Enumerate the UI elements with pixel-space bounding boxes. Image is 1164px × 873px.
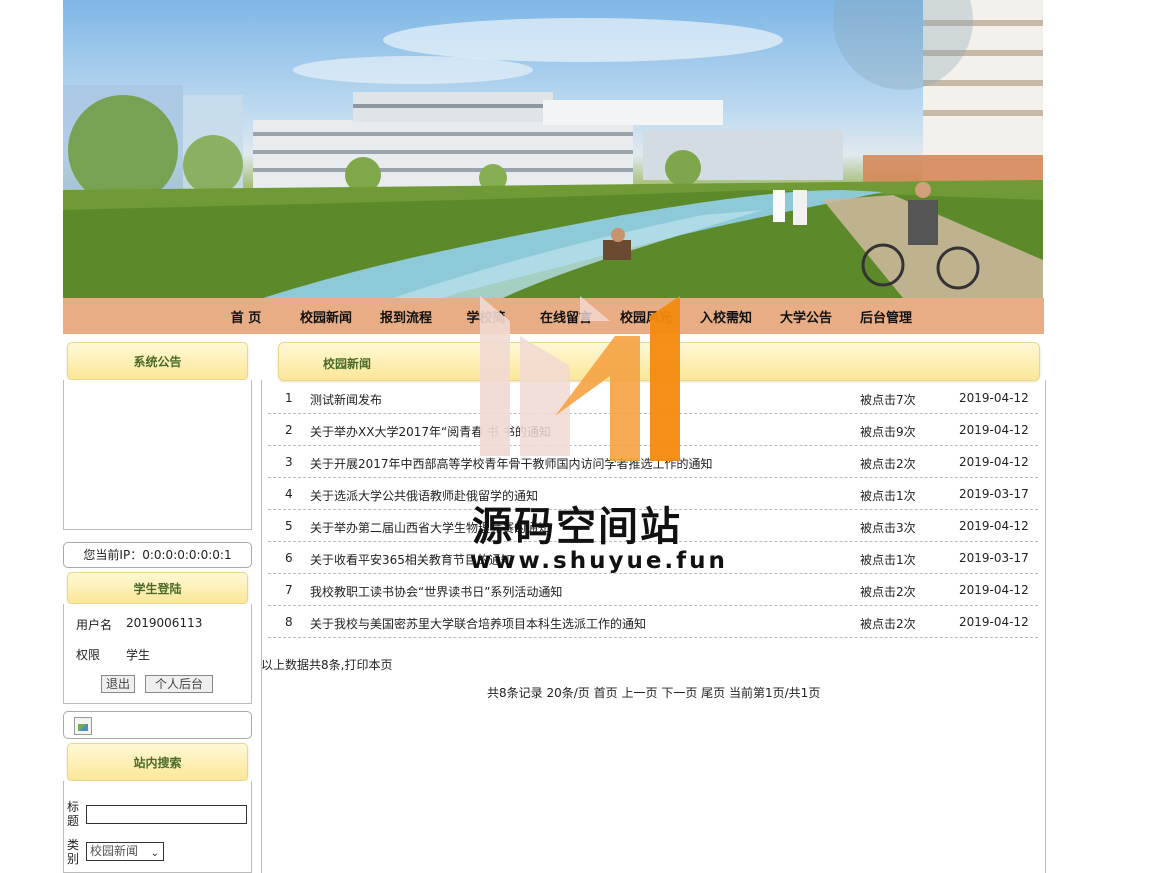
chevron-down-icon: ⌄ — [150, 848, 159, 859]
role-value: 学生 — [126, 648, 151, 662]
pager-current: 当前第1页/共1页 — [729, 686, 821, 700]
watermark-url: www.shuyue.fun — [470, 548, 728, 574]
broken-image-icon — [74, 717, 92, 735]
nav-university-notices[interactable]: 大学公告 — [766, 307, 846, 326]
nav-home[interactable]: 首 页 — [206, 307, 286, 326]
news-row-date: 2019-04-12 — [959, 455, 1029, 469]
pager-total: 共8条记录 — [487, 686, 543, 700]
pagination: 共8条记录 20条/页 首页 上一页 下一页 尾页 当前第1页/共1页 — [487, 684, 820, 701]
search-category-select[interactable]: 校园新闻 ⌄ — [86, 842, 164, 861]
news-row-number: 7 — [285, 583, 293, 597]
news-row-clicks: 被点击2次 — [860, 585, 916, 599]
logout-button[interactable]: 退出 — [101, 675, 136, 693]
news-row-title-link[interactable]: 我校教职工读书协会“世界读书日”系列活动通知 — [310, 583, 562, 600]
news-row-title-link[interactable]: 关于我校与美国密苏里大学联合培养项目本科生选派工作的通知 — [310, 615, 646, 632]
news-row-clicks: 被点击1次 — [860, 489, 916, 503]
username-label: 用户名 — [76, 618, 113, 632]
news-row-date: 2019-04-12 — [959, 423, 1029, 437]
news-row-number: 5 — [285, 519, 293, 533]
news-section-title: 校园新闻 — [323, 357, 372, 371]
news-row-clicks: 被点击1次 — [860, 553, 916, 567]
news-row-number: 3 — [285, 455, 293, 469]
search-title-label: 标题 — [67, 800, 80, 828]
username-value: 2019006113 — [126, 616, 203, 630]
search-category-value: 校园新闻 — [90, 844, 139, 858]
news-row-date: 2019-03-17 — [959, 487, 1029, 501]
pager-first-link[interactable]: 首页 — [594, 686, 618, 700]
news-row-clicks: 被点击7次 — [860, 393, 916, 407]
role-label: 权限 — [76, 648, 101, 662]
campus-banner-image — [63, 0, 1043, 298]
news-row-number: 8 — [285, 615, 293, 629]
search-title-input[interactable] — [86, 805, 247, 824]
news-row-clicks: 被点击2次 — [860, 457, 916, 471]
watermark-title: 源码空间站 — [472, 504, 682, 550]
news-row: 7 我校教职工读书协会“世界读书日”系列活动通知 被点击2次 2019-04-1… — [268, 574, 1038, 606]
ip-display: 您当前IP：0:0:0:0:0:0:0:1 — [63, 542, 252, 568]
news-summary: 以上数据共8条,打印本页 — [261, 658, 393, 672]
nav-admin[interactable]: 后台管理 — [846, 307, 926, 326]
role-row: 权限 学生 — [76, 646, 150, 663]
search-category-label: 类别 — [67, 838, 80, 866]
pager-next-link[interactable]: 下一页 — [661, 686, 697, 700]
pager-prev-link[interactable]: 上一页 — [621, 686, 657, 700]
news-row: 8 关于我校与美国密苏里大学联合培养项目本科生选派工作的通知 被点击2次 201… — [268, 606, 1038, 638]
announcement-panel-body — [63, 380, 252, 530]
news-row-title-link[interactable]: 测试新闻发布 — [310, 391, 382, 408]
news-row-date: 2019-04-12 — [959, 583, 1029, 597]
news-row-number: 4 — [285, 487, 293, 501]
news-row-number: 1 — [285, 391, 293, 405]
news-row-date: 2019-04-12 — [959, 519, 1029, 533]
pager-per-page: 20条/页 — [546, 686, 590, 700]
nav-campus-news[interactable]: 校园新闻 — [286, 307, 366, 326]
banner-illustration — [63, 0, 1043, 298]
personal-backend-button[interactable]: 个人后台 — [145, 675, 213, 693]
news-row-number: 2 — [285, 423, 293, 437]
watermark-logo-icon — [480, 296, 680, 461]
news-row-date: 2019-03-17 — [959, 551, 1029, 565]
announcement-panel-title: 系统公告 — [67, 342, 248, 380]
news-row-date: 2019-04-12 — [959, 391, 1029, 405]
news-row-clicks: 被点击2次 — [860, 617, 916, 631]
pager-last-link[interactable]: 尾页 — [701, 686, 725, 700]
news-row-date: 2019-04-12 — [959, 615, 1029, 629]
search-panel-title: 站内搜索 — [67, 743, 248, 781]
news-row-clicks: 被点击9次 — [860, 425, 916, 439]
nav-registration-process[interactable]: 报到流程 — [366, 307, 446, 326]
username-row: 用户名 2019006113 — [76, 616, 202, 633]
login-panel-title: 学生登陆 — [67, 572, 248, 604]
news-row-clicks: 被点击3次 — [860, 521, 916, 535]
news-row-number: 6 — [285, 551, 293, 565]
nav-enrollment-notes[interactable]: 入校需知 — [686, 307, 766, 326]
